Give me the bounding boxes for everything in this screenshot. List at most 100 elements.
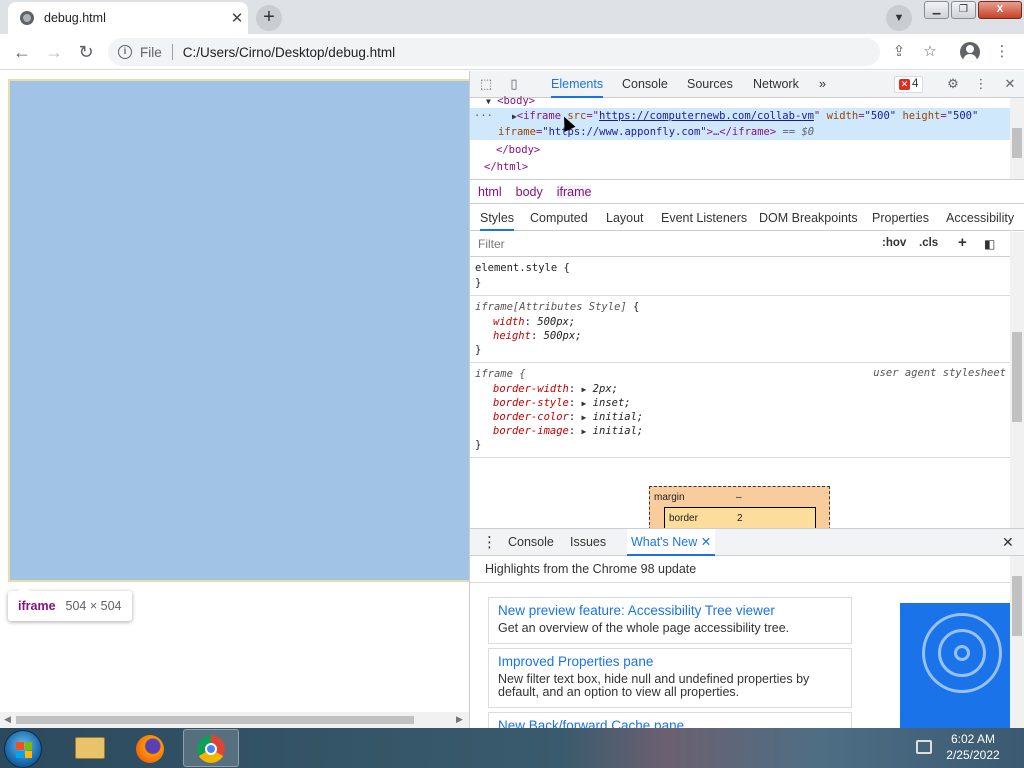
scroll-right-icon[interactable]: ▶ [456, 714, 463, 725]
windows-taskbar: 6:02 AM 2/25/2022 [0, 728, 1024, 768]
devtools-panel: ⬚ ▯ Elements Console Sources Network » ✕… [469, 71, 1024, 728]
close-drawer-icon[interactable]: ✕ [1002, 529, 1014, 556]
box-model-border[interactable]: border 2 [664, 507, 816, 528]
reload-icon[interactable]: ↻ [74, 40, 98, 64]
rule-user-agent[interactable]: iframe { user agent stylesheet border-wi… [470, 363, 1010, 458]
forward-arrow-icon[interactable]: → [42, 40, 66, 64]
style-prop[interactable]: border-image: ▶ initial; [475, 424, 1005, 438]
system-clock[interactable]: 6:02 AM 2/25/2022 [942, 731, 1004, 763]
styles-filter-input[interactable]: Filter [478, 237, 505, 251]
inspect-element-icon[interactable]: ⬚ [478, 76, 494, 92]
dom-iframe-line-2[interactable]: iframe="https://www.apponfly.com">…</ifr… [470, 124, 1010, 140]
rule-attributes-style[interactable]: iframe[Attributes Style] { width: 500px;… [470, 296, 1010, 363]
styles-pane: element.style { } iframe[Attributes Styl… [470, 257, 1010, 528]
horizontal-scrollbar[interactable]: ◀ ▶ [0, 712, 469, 728]
drawer-tab-issues[interactable]: Issues [570, 529, 606, 556]
network-tray-icon[interactable] [916, 740, 932, 754]
iframe-src-link[interactable]: https://computernewb.com/collab-vm [599, 110, 814, 122]
bookmark-star-icon[interactable]: ☆ [920, 42, 940, 62]
feature-card-title[interactable]: New Back/forward Cache pane [498, 717, 842, 728]
browser-toolbar: ← → ↻ i File C:/Users/Cirno/Desktop/debu… [0, 34, 1024, 70]
new-style-rule-icon[interactable]: + [958, 234, 967, 251]
error-count-badge[interactable]: ✕ 4 [894, 76, 924, 93]
rule-element-style[interactable]: element.style { } [470, 257, 1010, 296]
chrome-taskbar-button[interactable] [183, 729, 239, 767]
site-info-icon[interactable]: i [118, 45, 132, 59]
dom-html-close[interactable]: </html> [470, 159, 1010, 175]
drawer-menu-icon[interactable]: ⋮ [482, 529, 497, 556]
subtab-properties[interactable]: Properties [872, 205, 929, 231]
devtools-menu-icon[interactable]: ⋮ [973, 76, 989, 92]
style-prop[interactable]: border-color: ▶ initial; [475, 410, 1005, 424]
feature-card[interactable]: Improved Properties pane New filter text… [488, 648, 852, 708]
scroll-left-icon[interactable]: ◀ [4, 714, 11, 725]
subtab-accessibility[interactable]: Accessibility [946, 205, 1014, 231]
chrome-98-graphic [900, 603, 1010, 728]
new-tab-button[interactable]: + [256, 5, 282, 31]
styles-scrollbar[interactable] [1010, 232, 1024, 528]
firefox-taskbar-button[interactable] [122, 729, 178, 767]
profile-avatar-icon[interactable] [960, 42, 980, 62]
feature-card-desc: New filter text box, hide null and undef… [498, 672, 810, 699]
close-whats-new-icon[interactable]: ✕ [701, 535, 711, 549]
close-devtools-icon[interactable]: ✕ [1002, 76, 1018, 92]
maximize-button[interactable]: ❐ [951, 1, 976, 19]
stylesheet-source: user agent stylesheet [873, 367, 1006, 379]
address-bar[interactable]: i File C:/Users/Cirno/Desktop/debug.html [108, 38, 880, 66]
error-icon: ✕ [899, 79, 910, 90]
page-viewport: iframe 504 × 504 ◀ ▶ [0, 71, 469, 728]
browser-menu-icon[interactable]: ⋮ [992, 42, 1012, 62]
breadcrumb-iframe[interactable]: iframe [556, 184, 592, 199]
tooltip-tag: iframe [18, 599, 56, 613]
style-prop[interactable]: border-width: ▶ 2px; [475, 382, 1005, 396]
start-button[interactable] [4, 730, 42, 768]
dom-body-open[interactable]: ▼ <body> [470, 96, 1010, 108]
drawer-tab-whats-new[interactable]: What's New ✕ [627, 529, 716, 556]
window-close-button[interactable]: X [978, 1, 1022, 19]
dom-body-close[interactable]: </body> [470, 142, 1010, 158]
drawer-scrollbar[interactable] [1010, 556, 1024, 728]
url-text[interactable]: C:/Users/Cirno/Desktop/debug.html [183, 45, 395, 60]
styles-subtab-bar: Styles Computed Layout Event Listeners D… [470, 205, 1024, 231]
share-icon[interactable]: ⇪ [889, 42, 909, 62]
more-tabs-icon[interactable]: » [819, 71, 826, 98]
minimize-button[interactable]: ▁ [924, 1, 949, 19]
subtab-styles[interactable]: Styles [480, 205, 515, 231]
explorer-taskbar-button[interactable] [62, 729, 118, 767]
toggle-sidebar-icon[interactable]: ◧ [984, 237, 995, 251]
hov-toggle[interactable]: :hov [882, 237, 906, 249]
scrollbar-thumb[interactable] [16, 716, 414, 724]
style-prop[interactable]: height: 500px; [475, 329, 1005, 343]
drawer-tab-console[interactable]: Console [508, 529, 554, 556]
dom-iframe-line[interactable]: ··· ▶<iframe src="https://computernewb.c… [470, 108, 1010, 124]
cls-toggle[interactable]: .cls [919, 237, 938, 249]
devtools-tab-bar: ⬚ ▯ Elements Console Sources Network » ✕… [470, 71, 1024, 98]
subtab-layout[interactable]: Layout [606, 205, 644, 231]
tab-search-icon[interactable]: ▼ [886, 5, 912, 31]
style-prop[interactable]: width: 500px; [475, 315, 1005, 329]
tab-console[interactable]: Console [622, 71, 668, 98]
dom-scrollbar[interactable] [1010, 98, 1024, 179]
subtab-dom-breakpoints[interactable]: DOM Breakpoints [759, 205, 858, 231]
tab-network[interactable]: Network [753, 71, 799, 98]
close-tab-icon[interactable]: ✕ [226, 9, 248, 27]
feature-card[interactable]: New preview feature: Accessibility Tree … [488, 597, 852, 644]
breadcrumb-body[interactable]: body [516, 185, 543, 199]
tab-sources[interactable]: Sources [687, 71, 733, 98]
feature-card-title[interactable]: Improved Properties pane [498, 653, 842, 671]
breadcrumb-html[interactable]: html [478, 185, 502, 199]
tab-elements[interactable]: Elements [551, 71, 604, 98]
box-model-margin[interactable]: margin – border 2 [649, 486, 830, 528]
tooltip-size: 504 × 504 [65, 599, 122, 613]
settings-gear-icon[interactable]: ⚙ [945, 76, 961, 92]
style-prop[interactable]: border-style: ▶ inset; [475, 396, 1005, 410]
feature-card-title[interactable]: New preview feature: Accessibility Tree … [498, 602, 842, 620]
subtab-computed[interactable]: Computed [530, 205, 588, 231]
iframe-highlight-overlay[interactable] [8, 79, 469, 582]
browser-tab[interactable]: debug.html ✕ [8, 2, 248, 34]
subtab-event-listeners[interactable]: Event Listeners [661, 205, 747, 231]
feature-card-desc: Get an overview of the whole page access… [498, 621, 790, 635]
back-arrow-icon[interactable]: ← [10, 40, 34, 64]
device-toolbar-icon[interactable]: ▯ [506, 76, 522, 92]
feature-card[interactable]: New Back/forward Cache pane [488, 712, 852, 728]
